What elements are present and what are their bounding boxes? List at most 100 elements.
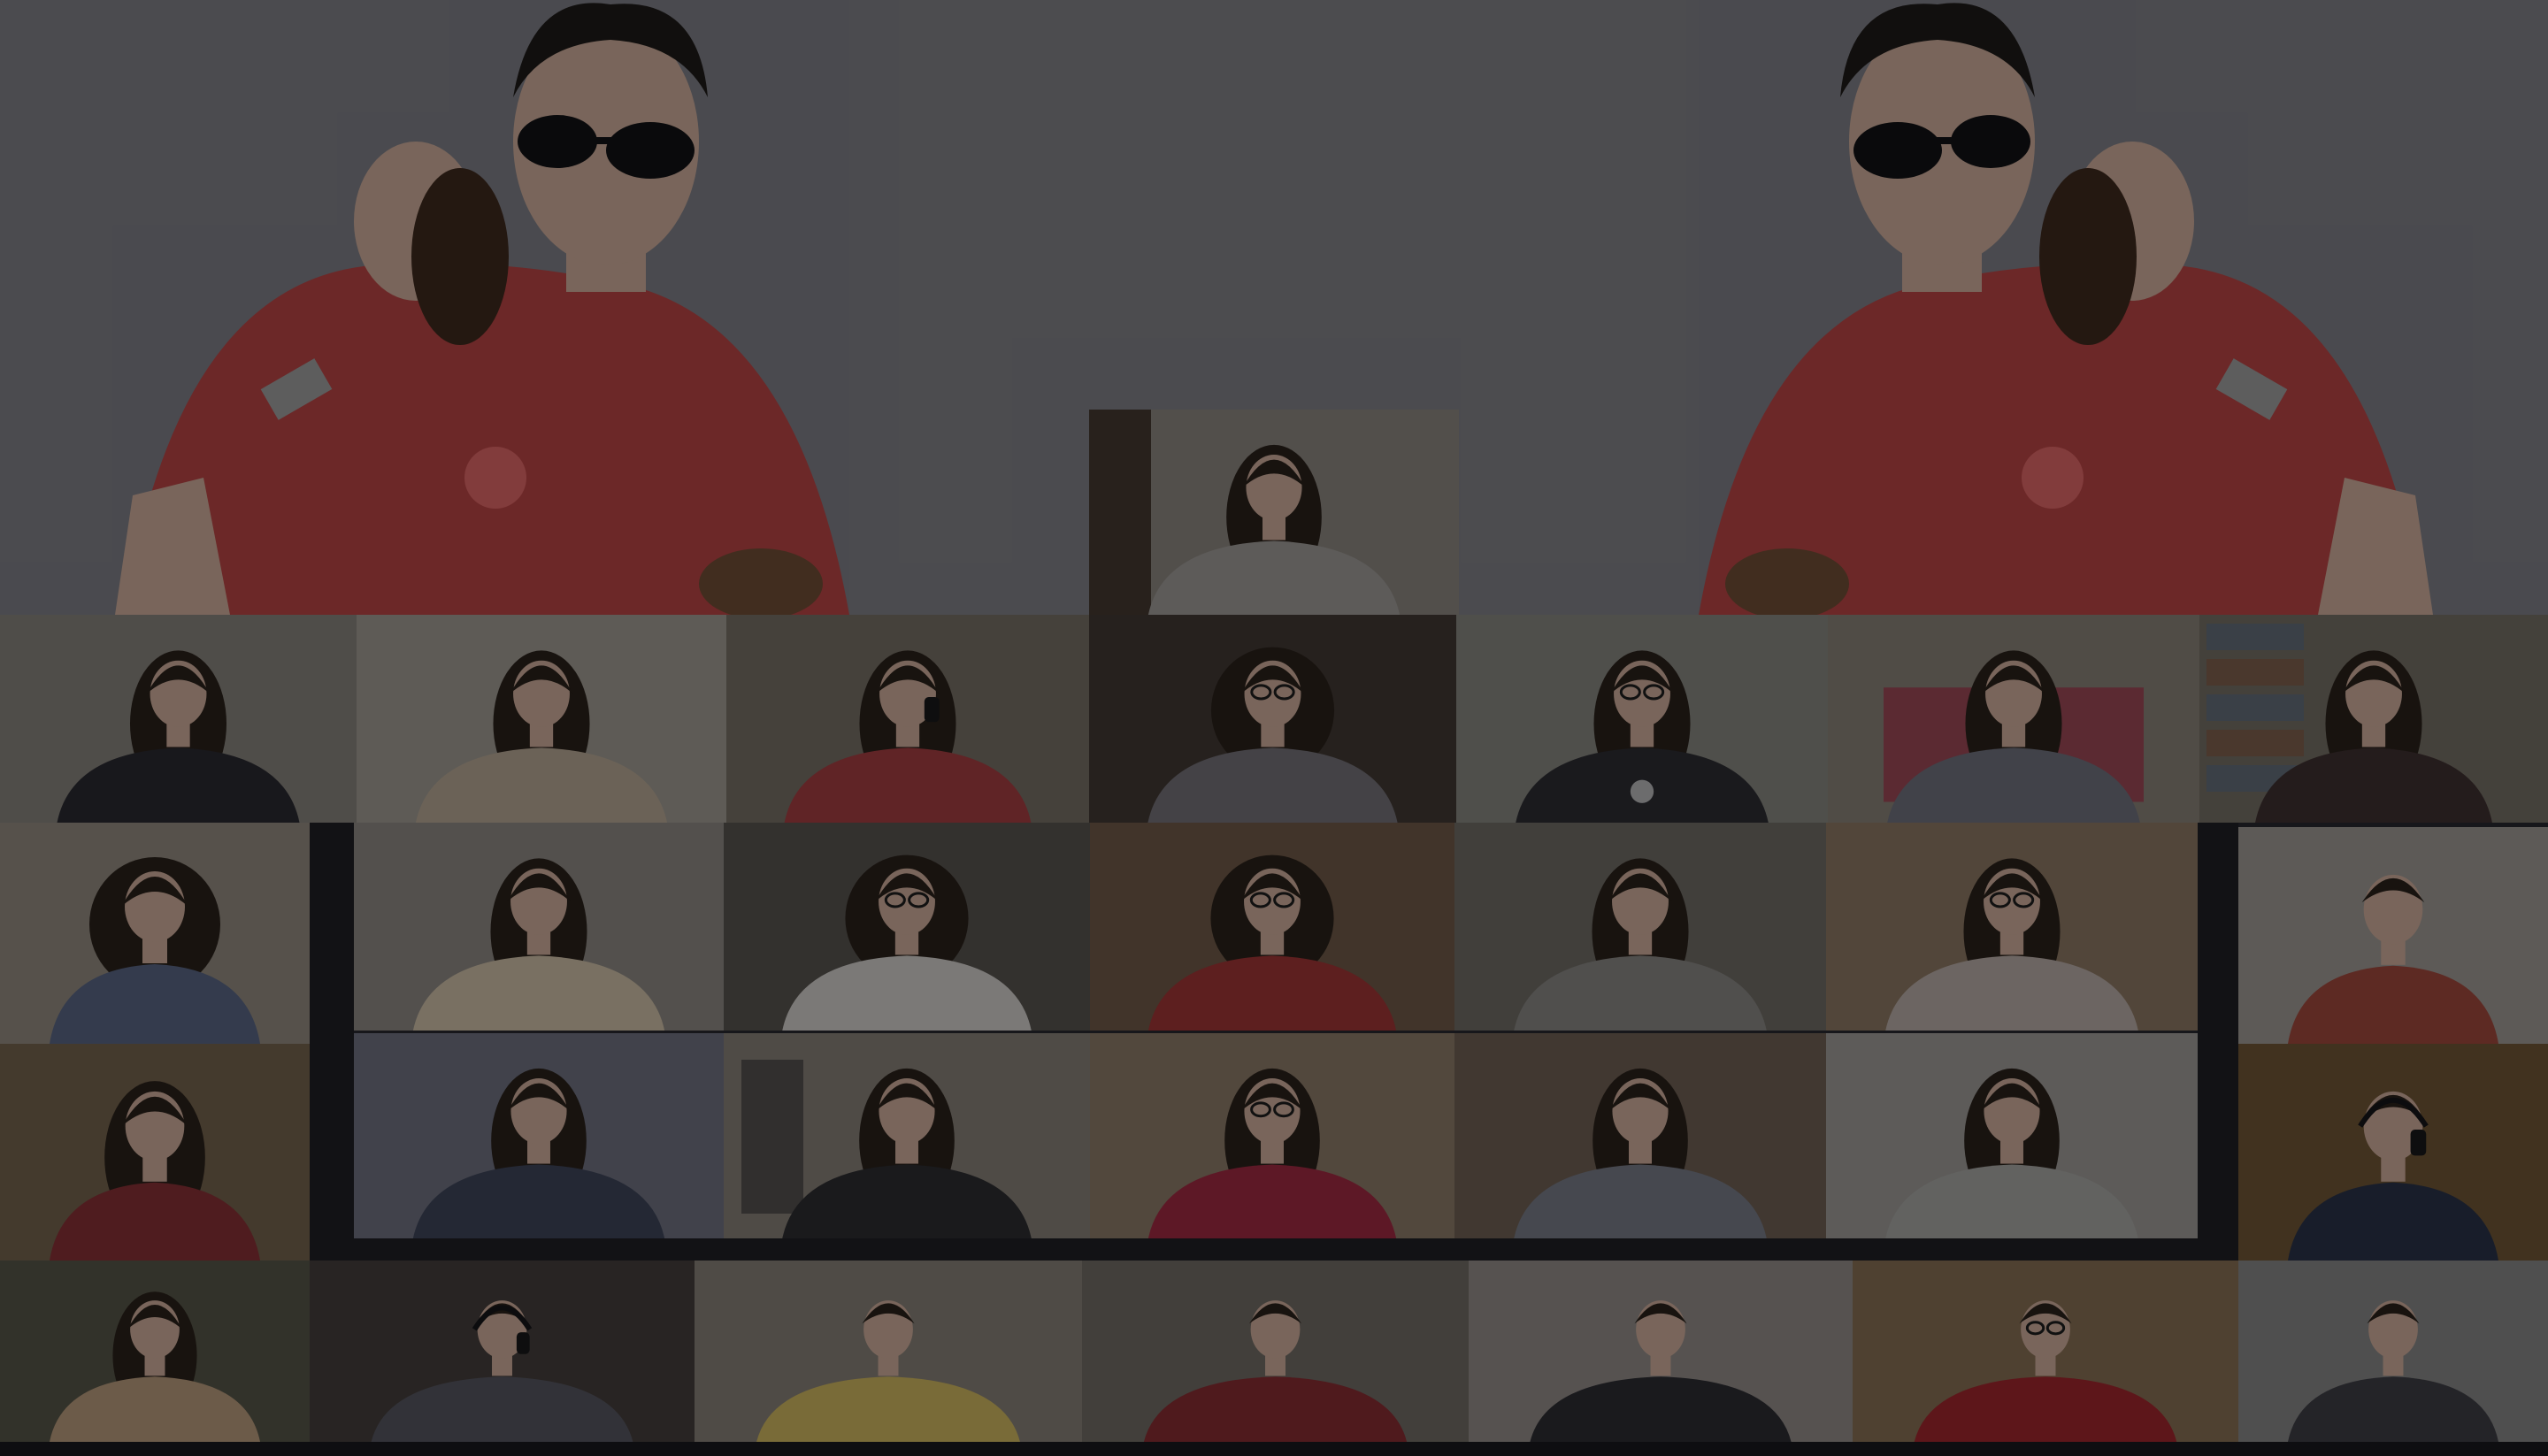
- shirt: [2288, 965, 2498, 1044]
- participant-video-icon: [2206, 624, 2492, 823]
- shirt: [2255, 747, 2492, 823]
- participant-video-icon: [412, 1068, 665, 1238]
- shirt: [782, 955, 1032, 1031]
- participant-video-icon: [415, 650, 668, 823]
- participant-video-tile[interactable]: [354, 1033, 724, 1238]
- participant-video-icon: [412, 858, 665, 1031]
- shirt: [50, 1376, 260, 1442]
- participant-video-icon: [1514, 858, 1767, 1031]
- shirt: [50, 964, 260, 1044]
- participant-video-tile[interactable]: [724, 1033, 1090, 1238]
- participant-video-icon: [1516, 650, 1769, 823]
- participant-video-tile[interactable]: [2238, 1044, 2548, 1261]
- participant-video-tile[interactable]: [1826, 1033, 2198, 1238]
- participant-video-icon: [1147, 854, 1397, 1031]
- participant-video-icon: [1514, 1068, 1767, 1238]
- participant-video-tile[interactable]: [2238, 1261, 2548, 1442]
- sunglasses: [1853, 122, 1942, 179]
- participant-video-tile[interactable]: [1090, 823, 1454, 1031]
- shirt: [1885, 1164, 2138, 1238]
- participant-video-tile[interactable]: [1089, 410, 1459, 615]
- performer-icon: [115, 3, 849, 615]
- participant-video-tile[interactable]: [726, 615, 1089, 823]
- participant-video-icon: [1530, 1300, 1792, 1442]
- pine-cone: [2039, 168, 2137, 345]
- participant-video-icon: [784, 650, 1032, 823]
- participant-video-icon: [50, 857, 260, 1044]
- shirt-logo: [1630, 779, 1654, 803]
- participant-video-tile[interactable]: [0, 615, 357, 823]
- singer-video-icon: [1089, 410, 1401, 615]
- participant-video-icon: [1147, 647, 1398, 823]
- shirt: [412, 955, 665, 1031]
- participant-video-icon: [50, 1291, 260, 1442]
- participant-video-tile[interactable]: [0, 1044, 310, 1261]
- participant-video-tile[interactable]: [1082, 1261, 1469, 1442]
- performer-icon: [1699, 3, 2433, 615]
- participant-video-tile[interactable]: [0, 823, 310, 1044]
- shirt-logo: [464, 447, 526, 509]
- participant-video-tile[interactable]: [1454, 823, 1826, 1031]
- participant-video-tile[interactable]: [2238, 827, 2548, 1044]
- shirt: [1147, 955, 1397, 1031]
- sunglasses: [1933, 137, 1955, 144]
- participant-video-tile[interactable]: [695, 1261, 1082, 1442]
- shirt: [1147, 747, 1398, 823]
- shirt: [412, 1164, 665, 1238]
- performer-video-left[interactable]: [0, 0, 849, 615]
- participant-video-tile[interactable]: [357, 615, 726, 823]
- sunglasses: [518, 115, 597, 168]
- door-frame: [1089, 410, 1151, 615]
- bookshelf: [2206, 694, 2304, 721]
- shirt: [1147, 540, 1401, 615]
- participant-video-tile[interactable]: [354, 823, 724, 1031]
- pine-cone: [411, 168, 509, 345]
- bookshelf: [2206, 624, 2304, 650]
- sunglasses: [1951, 115, 2030, 168]
- participant-video-icon: [756, 1300, 1020, 1442]
- participant-video-icon: [741, 1060, 1032, 1238]
- participant-video-icon: [782, 854, 1032, 1031]
- participant-video-icon: [1885, 858, 2138, 1031]
- participant-video-tile[interactable]: [1853, 1261, 2238, 1442]
- participant-video-tile[interactable]: [724, 823, 1090, 1031]
- shirt: [1143, 1376, 1408, 1442]
- participant-video-tile[interactable]: [1828, 615, 2199, 823]
- wall-poster: [741, 1060, 803, 1214]
- bookshelf: [2206, 730, 2304, 756]
- sunglasses: [606, 122, 695, 179]
- participant-video-tile[interactable]: [0, 1261, 310, 1442]
- participant-video-icon: [1885, 1068, 2138, 1238]
- shirt: [2288, 1182, 2498, 1261]
- sunglasses: [593, 137, 615, 144]
- performer-video-right[interactable]: [1699, 0, 2548, 615]
- participant-video-tile[interactable]: [1826, 823, 2198, 1031]
- shirt: [50, 1182, 260, 1261]
- participant-video-tile[interactable]: [1089, 615, 1456, 823]
- dark-strip: [354, 1238, 2198, 1261]
- participant-video-icon: [371, 1300, 633, 1442]
- phone: [2410, 1130, 2427, 1156]
- shirt: [371, 1376, 633, 1442]
- participant-video-tile[interactable]: [310, 1261, 695, 1442]
- participant-video-tile[interactable]: [1456, 615, 1828, 823]
- participant-video-tile[interactable]: [1469, 1261, 1853, 1442]
- participant-video-tile[interactable]: [1454, 1033, 1826, 1238]
- phone: [924, 697, 940, 723]
- dark-strip: [310, 823, 354, 1261]
- shirt: [756, 1376, 1020, 1442]
- participant-video-tile[interactable]: [2199, 615, 2548, 823]
- participant-video-icon: [1914, 1300, 2177, 1442]
- shirt: [415, 747, 668, 823]
- shirt: [1514, 955, 1767, 1031]
- dark-strip: [2198, 823, 2238, 1261]
- participant-video-icon: [2288, 1300, 2498, 1442]
- phone: [516, 1332, 530, 1354]
- shirt: [1514, 1164, 1767, 1238]
- shirt: [1885, 955, 2138, 1031]
- participant-video-tile[interactable]: [1090, 1033, 1454, 1238]
- participant-video-icon: [50, 1081, 260, 1261]
- participant-video-icon: [2288, 1091, 2498, 1261]
- participant-video-icon: [1143, 1300, 1408, 1442]
- participant-video-icon: [1147, 1068, 1397, 1238]
